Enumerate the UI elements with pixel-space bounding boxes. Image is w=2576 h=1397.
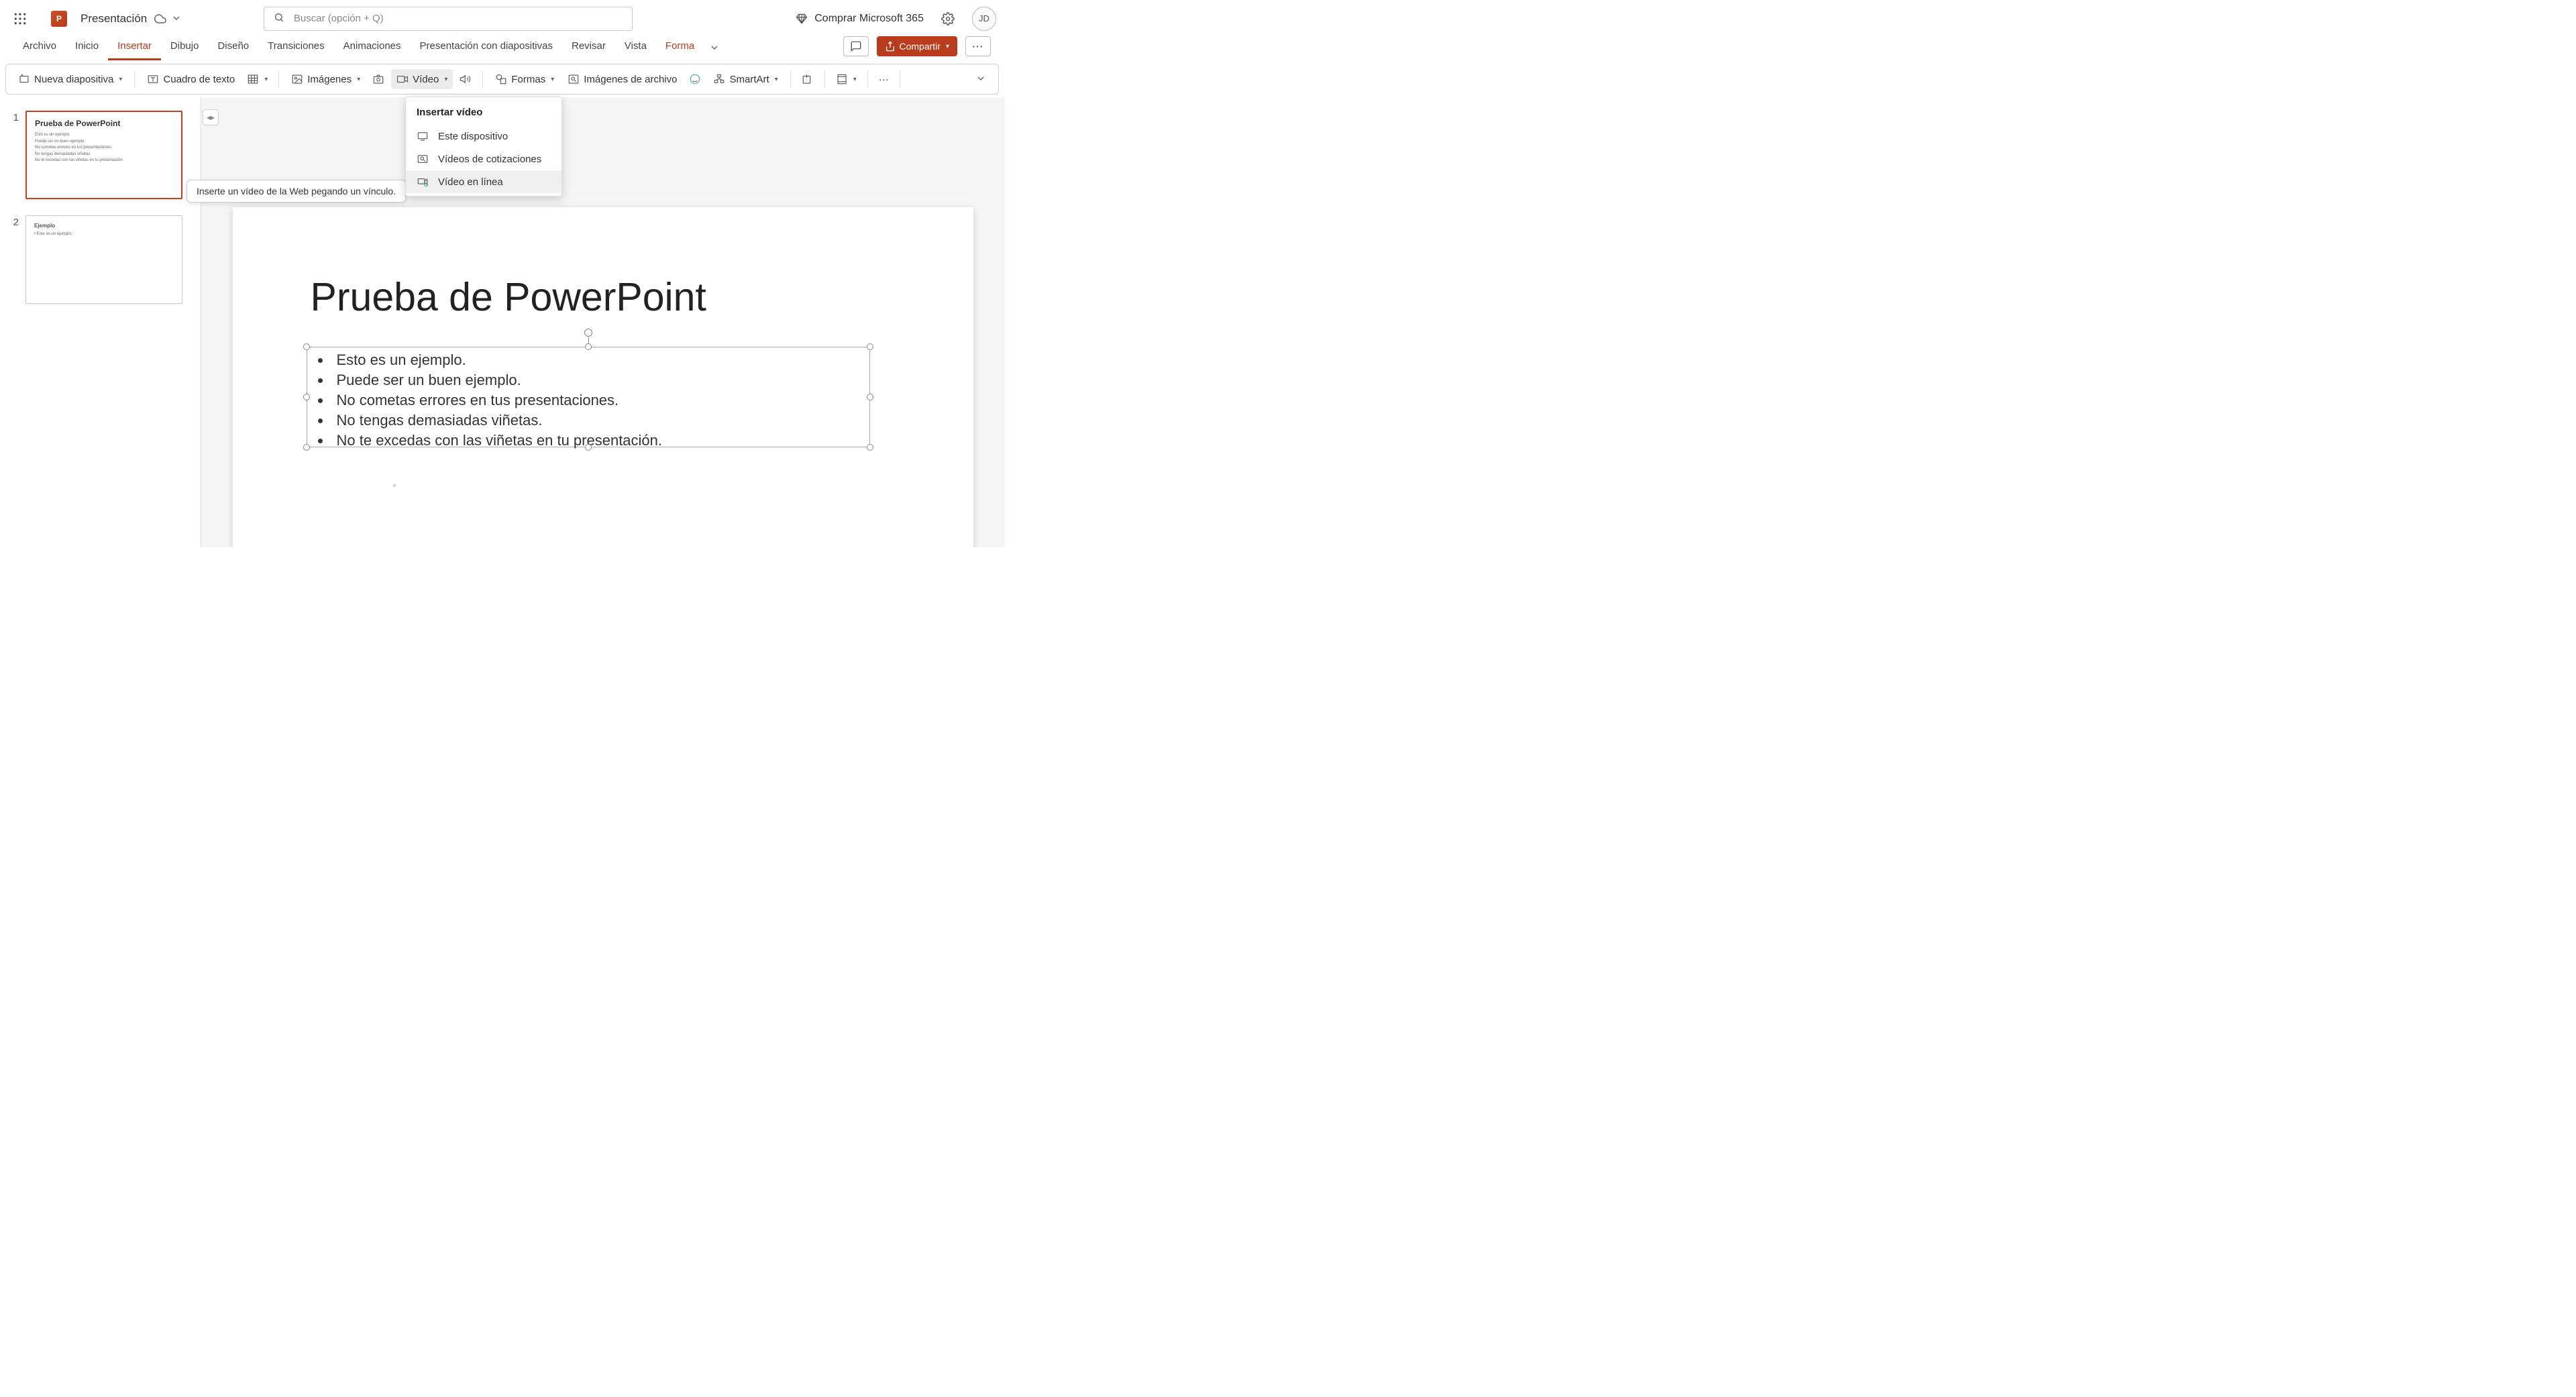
table-button[interactable]: ▾ <box>243 69 272 89</box>
ribbon-more-button[interactable]: ··· <box>965 36 991 56</box>
comments-button[interactable] <box>843 36 869 56</box>
resize-handle[interactable] <box>867 343 873 350</box>
file-title[interactable]: Presentación <box>80 12 147 25</box>
separator <box>790 70 791 88</box>
audio-button[interactable] <box>455 69 476 89</box>
resize-handle[interactable] <box>867 444 873 451</box>
resize-handle[interactable] <box>303 444 310 451</box>
user-avatar[interactable]: JD <box>972 7 996 31</box>
resize-handle[interactable] <box>303 394 310 400</box>
resize-handle[interactable] <box>867 394 873 400</box>
separator <box>867 70 868 88</box>
separator <box>134 70 135 88</box>
ribbon-expand-toggle[interactable] <box>970 70 991 89</box>
slide-canvas[interactable]: Prueba de PowerPoint Esto es un ejemplo.… <box>201 97 1004 547</box>
new-slide-button[interactable]: Nueva diapositiva ▾ <box>13 69 127 89</box>
resize-handle[interactable] <box>585 444 592 451</box>
chevron-down-icon: ▾ <box>551 76 554 83</box>
cloud-sync-icon <box>154 12 167 25</box>
header-footer-button[interactable]: ▾ <box>832 69 861 89</box>
search-icon <box>274 12 284 25</box>
thumbnail-2[interactable]: Ejemplo • Este es un ejemplo. <box>25 215 182 304</box>
video-dropdown: Insertar vídeo Este dispositivo Vídeos d… <box>405 97 562 197</box>
chevron-down-icon: ▾ <box>444 76 447 83</box>
camera-button[interactable] <box>368 69 388 89</box>
tab-diseno[interactable]: Diseño <box>208 36 258 60</box>
menu-this-device[interactable]: Este dispositivo <box>406 125 561 148</box>
file-title-dropdown[interactable] <box>172 13 182 24</box>
app-launcher-icon[interactable] <box>8 7 32 31</box>
slide-title[interactable]: Prueba de PowerPoint <box>311 274 706 320</box>
chevron-down-icon: ▾ <box>264 76 268 83</box>
text-box-button[interactable]: Cuadro de texto <box>142 69 240 89</box>
thumbnail-number: 1 <box>9 111 19 199</box>
ribbon-tabs: Archivo Inicio Insertar Dibujo Diseño Tr… <box>0 37 1004 61</box>
settings-button[interactable] <box>936 7 960 31</box>
search-input[interactable]: Buscar (opción + Q) <box>264 7 633 31</box>
tab-presentacion[interactable]: Presentación con diapositivas <box>411 36 562 60</box>
slide-thumbnail-panel: 1 Prueba de PowerPoint Esto es un ejempl… <box>0 97 201 547</box>
icons-button[interactable] <box>685 69 705 89</box>
chevron-down-icon: ▾ <box>946 43 949 50</box>
ribbon-right: Compartir ▾ ··· <box>843 36 991 60</box>
chevron-down-icon: ▾ <box>119 76 122 83</box>
titlebar-right: Comprar Microsoft 365 JD <box>796 7 996 31</box>
tooltip: Inserte un vídeo de la Web pegando un ví… <box>186 180 406 203</box>
shapes-button[interactable]: Formas ▾ <box>490 69 559 89</box>
menu-online-video[interactable]: Vídeo en línea <box>406 170 561 193</box>
separator <box>482 70 483 88</box>
images-button[interactable]: Imágenes ▾ <box>286 69 366 89</box>
tab-animaciones[interactable]: Animaciones <box>334 36 411 60</box>
tabs-overflow[interactable] <box>704 39 725 60</box>
bullet-item[interactable]: No cometas errores en tus presentaciones… <box>331 390 859 410</box>
ribbon-toolbar: Nueva diapositiva ▾ Cuadro de texto ▾ Im… <box>5 64 999 95</box>
tab-archivo[interactable]: Archivo <box>13 36 66 60</box>
thumbnail-row: 2 Ejemplo • Este es un ejemplo. <box>9 215 191 304</box>
resize-handle[interactable] <box>585 343 592 350</box>
chevron-down-icon: ▾ <box>775 76 778 83</box>
cursor-marker <box>393 484 396 487</box>
content-placeholder[interactable]: Esto es un ejemplo. Puede ser un buen ej… <box>307 347 870 447</box>
tab-inicio[interactable]: Inicio <box>66 36 108 60</box>
dropdown-header: Insertar vídeo <box>406 104 561 125</box>
share-button[interactable]: Compartir ▾ <box>877 36 958 56</box>
tab-revisar[interactable]: Revisar <box>562 36 615 60</box>
search-placeholder: Buscar (opción + Q) <box>294 13 384 24</box>
tab-forma[interactable]: Forma <box>656 36 704 60</box>
video-button[interactable]: Vídeo ▾ <box>391 69 453 89</box>
bullet-item[interactable]: No te excedas con las viñetas en tu pres… <box>331 431 859 451</box>
bullet-item[interactable]: Puede ser un buen ejemplo. <box>331 370 859 390</box>
separator <box>278 70 279 88</box>
resize-handle[interactable] <box>303 343 310 350</box>
title-bar: P Presentación Buscar (opción + Q) Compr… <box>0 0 1004 37</box>
bullet-item[interactable]: No tengas demasiadas viñetas. <box>331 410 859 431</box>
menu-stock-videos[interactable]: Vídeos de cotizaciones <box>406 148 561 170</box>
rotate-handle[interactable] <box>584 329 592 337</box>
separator <box>824 70 825 88</box>
thumbnail-row: 1 Prueba de PowerPoint Esto es un ejempl… <box>9 111 191 199</box>
buy-365-button[interactable]: Comprar Microsoft 365 <box>796 13 924 25</box>
diamond-icon <box>796 13 808 25</box>
stock-images-button[interactable]: Imágenes de archivo <box>562 69 682 89</box>
bullet-list[interactable]: Esto es un ejemplo. Puede ser un buen ej… <box>307 347 869 451</box>
powerpoint-icon: P <box>51 11 67 27</box>
slide[interactable]: Prueba de PowerPoint Esto es un ejemplo.… <box>233 207 973 547</box>
smartart-button[interactable]: SmartArt ▾ <box>708 69 783 89</box>
thumbnail-1[interactable]: Prueba de PowerPoint Esto es un ejemplo.… <box>25 111 182 199</box>
tab-dibujo[interactable]: Dibujo <box>161 36 209 60</box>
tab-vista[interactable]: Vista <box>615 36 656 60</box>
chevron-down-icon: ▾ <box>853 76 857 83</box>
more-commands-button[interactable]: ··· <box>875 70 893 89</box>
bullet-item[interactable]: Esto es un ejemplo. <box>331 350 859 370</box>
panel-collapse-toggle[interactable]: ◂▸ <box>203 109 219 125</box>
chevron-down-icon: ▾ <box>357 76 360 83</box>
addins-button[interactable] <box>798 69 818 89</box>
tab-insertar[interactable]: Insertar <box>108 36 161 60</box>
tab-transiciones[interactable]: Transiciones <box>258 36 333 60</box>
thumbnail-number: 2 <box>9 215 19 304</box>
